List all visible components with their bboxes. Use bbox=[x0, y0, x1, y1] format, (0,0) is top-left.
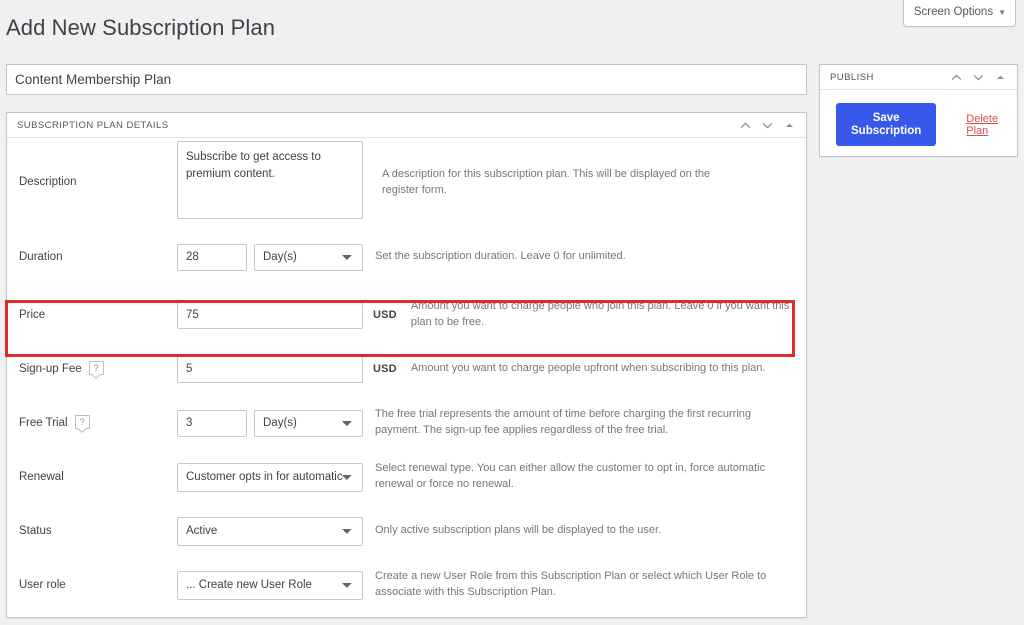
label-status: Status bbox=[19, 525, 52, 537]
help-tooltip-icon[interactable]: ? bbox=[74, 415, 90, 429]
label-renewal: Renewal bbox=[19, 471, 64, 483]
publish-panel-title: PUBLISH bbox=[830, 71, 874, 83]
panel-header-actions bbox=[734, 113, 800, 138]
row-signup-fee: Sign-up Fee ? USD Amount you want to cha… bbox=[7, 342, 806, 396]
row-user-role: User role ... Create new User Role Creat… bbox=[7, 558, 806, 612]
duration-help-text: Set the subscription duration. Leave 0 f… bbox=[375, 250, 626, 263]
signup-fee-currency-label: USD bbox=[373, 363, 397, 375]
duration-unit-select[interactable]: Day(s) bbox=[254, 243, 363, 271]
user-role-select[interactable]: ... Create new User Role bbox=[177, 570, 363, 600]
price-currency-label: USD bbox=[373, 309, 397, 321]
row-status: Status Active Only active subscription p… bbox=[7, 504, 806, 558]
publish-panel-body: Save Subscription Delete Plan bbox=[820, 90, 1017, 147]
signup-fee-label-text: Sign-up Fee bbox=[19, 363, 82, 375]
row-duration: Duration Day(s) Set the subscription dur… bbox=[7, 226, 806, 288]
renewal-select[interactable]: Customer opts in for automatic renewal bbox=[177, 462, 363, 492]
toggle-panel-icon[interactable] bbox=[778, 115, 800, 137]
screen-options-label: Screen Options bbox=[913, 6, 994, 18]
help-tooltip-icon[interactable]: ? bbox=[88, 361, 104, 375]
label-signup-fee: Sign-up Fee ? bbox=[7, 361, 177, 376]
free-trial-unit-select[interactable]: Day(s) bbox=[254, 409, 363, 437]
toggle-panel-icon[interactable] bbox=[989, 67, 1011, 89]
move-up-icon[interactable] bbox=[945, 67, 967, 89]
duration-control: Day(s) bbox=[177, 243, 363, 271]
move-down-icon[interactable] bbox=[756, 115, 778, 137]
plan-title-input[interactable] bbox=[6, 64, 807, 95]
label-description: Description bbox=[19, 176, 77, 188]
publish-header-actions bbox=[945, 65, 1011, 90]
form-rows: Description Subscribe to get access to p… bbox=[7, 138, 806, 612]
status-control: Active bbox=[177, 516, 363, 546]
row-free-trial: Free Trial ? Day(s) The free trial repre… bbox=[7, 396, 806, 450]
renewal-control: Customer opts in for automatic renewal bbox=[177, 462, 363, 492]
signup-fee-help-text: Amount you want to charge people upfront… bbox=[410, 362, 766, 375]
subscription-plan-details-panel: SUBSCRIPTION PLAN DETAILS Description Su… bbox=[6, 112, 807, 618]
publish-panel-header: PUBLISH bbox=[820, 65, 1017, 90]
price-input[interactable] bbox=[177, 301, 363, 329]
panel-title: SUBSCRIPTION PLAN DETAILS bbox=[17, 119, 169, 131]
price-help-text: Amount you want to charge people who joi… bbox=[410, 300, 790, 328]
price-control: USD bbox=[177, 301, 397, 329]
user-role-help-text: Create a new User Role from this Subscri… bbox=[375, 570, 767, 598]
move-up-icon[interactable] bbox=[734, 115, 756, 137]
status-help-text: Only active subscription plans will be d… bbox=[375, 524, 662, 537]
free-trial-label-text: Free Trial bbox=[19, 417, 68, 429]
free-trial-control: Day(s) bbox=[177, 409, 363, 437]
move-down-icon[interactable] bbox=[967, 67, 989, 89]
signup-fee-control: USD bbox=[177, 355, 397, 383]
label-duration: Duration bbox=[19, 251, 63, 263]
user-role-control: ... Create new User Role bbox=[177, 570, 363, 600]
row-renewal: Renewal Customer opts in for automatic r… bbox=[7, 450, 806, 504]
label-price: Price bbox=[19, 309, 46, 321]
chevron-down-icon: ▼ bbox=[998, 7, 1006, 17]
free-trial-value-input[interactable] bbox=[177, 409, 247, 437]
screen-options-tab[interactable]: Screen Options ▼ bbox=[902, 0, 1016, 28]
status-select[interactable]: Active bbox=[177, 516, 363, 546]
signup-fee-input[interactable] bbox=[177, 355, 363, 383]
row-price: Price USD Amount you want to charge peop… bbox=[7, 288, 806, 342]
duration-value-input[interactable] bbox=[177, 243, 247, 271]
description-textarea[interactable]: Subscribe to get access to premium conte… bbox=[177, 140, 363, 219]
panel-header: SUBSCRIPTION PLAN DETAILS bbox=[7, 113, 806, 138]
renewal-help-text: Select renewal type. You can either allo… bbox=[375, 462, 766, 490]
page-title: Add New Subscription Plan bbox=[6, 15, 276, 40]
description-control: Subscribe to get access to premium conte… bbox=[177, 140, 363, 224]
label-free-trial: Free Trial ? bbox=[7, 415, 177, 430]
delete-plan-link[interactable]: Delete Plan bbox=[966, 113, 1005, 137]
save-subscription-button[interactable]: Save Subscription bbox=[836, 103, 937, 147]
description-help-text: A description for this subscription plan… bbox=[382, 168, 711, 196]
publish-panel: PUBLISH Save Subscription Delete Plan bbox=[819, 64, 1018, 157]
free-trial-help-text: The free trial represents the amount of … bbox=[375, 408, 752, 436]
row-description: Description Subscribe to get access to p… bbox=[7, 138, 806, 226]
label-user-role: User role bbox=[19, 579, 66, 591]
